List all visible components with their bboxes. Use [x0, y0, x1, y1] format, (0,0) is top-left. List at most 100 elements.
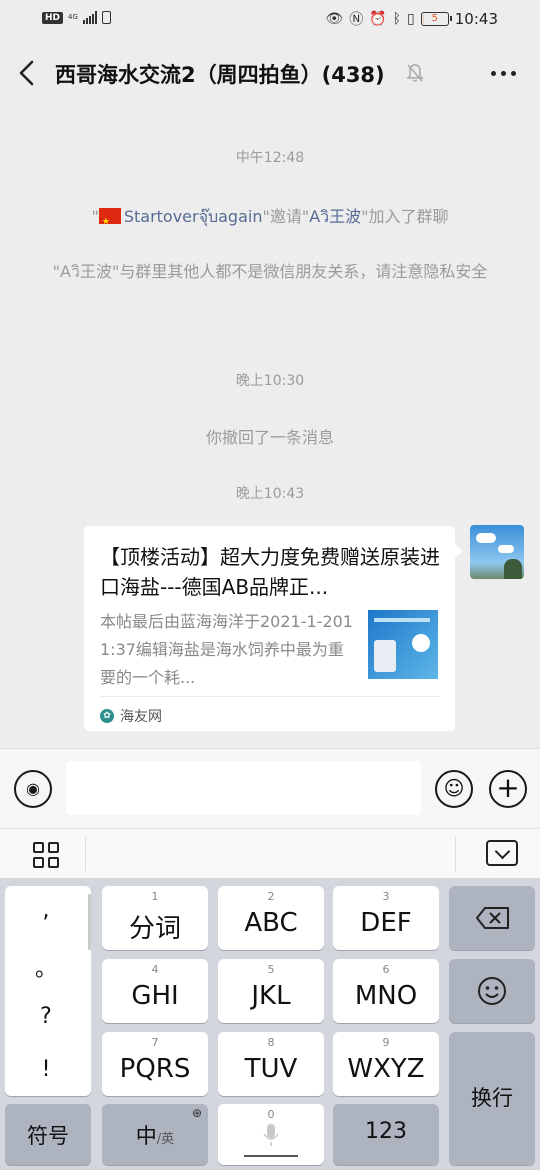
- lang-sub: /英: [156, 1132, 175, 1147]
- card-title: 【顶楼活动】超大力度免费赠送原装进口海盐---德国AB品牌正...: [100, 545, 440, 599]
- punct-question[interactable]: ?: [5, 1004, 87, 1029]
- key-6[interactable]: 6 MNO: [333, 959, 439, 1023]
- key-label: GHI: [131, 981, 179, 1011]
- invitee-name[interactable]: Aวิ王波: [309, 207, 361, 226]
- invite-notice: " Startoverจุ๊บagain"邀请"Aวิ王波"加入了群聊: [40, 201, 500, 238]
- smiley-icon: [478, 977, 506, 1005]
- china-flag-icon: [98, 206, 121, 238]
- scroll-indicator: [88, 894, 91, 950]
- emoji-key[interactable]: [449, 959, 535, 1023]
- space-key[interactable]: 0: [218, 1104, 324, 1165]
- status-right: 👁 Ⓝ ⏰ ᛒ ▯ 5 10:43: [325, 9, 498, 29]
- my-avatar[interactable]: [470, 525, 524, 579]
- card-description: 本帖最后由蓝海海洋于2021-1-2011:37编辑海盐是海水饲养中最为重要的一…: [100, 612, 353, 687]
- key-2[interactable]: 2 ABC: [218, 886, 324, 950]
- key-number: 9: [382, 1036, 390, 1049]
- clock: 10:43: [454, 10, 498, 28]
- key-3[interactable]: 3 DEF: [333, 886, 439, 950]
- inviter-name[interactable]: Startoverจุ๊บagain: [124, 207, 263, 226]
- punct-exclaim[interactable]: !: [5, 1057, 87, 1082]
- key-7[interactable]: 7 PQRS: [102, 1032, 208, 1096]
- microphone-icon: [263, 1124, 279, 1146]
- vibrate-icon: ▯: [407, 11, 415, 27]
- globe-icon: ⊕: [191, 1106, 202, 1120]
- chat-header: 西哥海水交流2（周四拍鱼）(438): [0, 40, 540, 106]
- key-5[interactable]: 5 JKL: [218, 959, 324, 1023]
- card-divider: [100, 696, 440, 697]
- timestamp: 晚上10:30: [235, 373, 305, 389]
- key-number: 4: [151, 963, 159, 976]
- invite-tail: "加入了群聊: [361, 207, 449, 226]
- key-label: WXYZ: [347, 1054, 425, 1084]
- key-1[interactable]: 1 分词: [102, 886, 208, 950]
- key-9[interactable]: 9 WXYZ: [333, 1032, 439, 1096]
- keyboard-menu-grid-icon[interactable]: [33, 842, 59, 868]
- key-label: ABC: [244, 908, 298, 938]
- privacy-notice: "Aวิ王波"与群里其他人都不是微信朋友关系，请注意隐私安全: [52, 262, 488, 281]
- input-bar: ◉ ☺ +: [0, 748, 540, 828]
- key-number: 3: [382, 890, 390, 903]
- hide-keyboard-icon[interactable]: [486, 840, 518, 866]
- key-label: JKL: [251, 981, 291, 1011]
- key-number: 8: [267, 1036, 275, 1049]
- hd-badge: HD: [42, 11, 64, 24]
- chat-area[interactable]: 中午12:48 " Startoverจุ๊บagain"邀请"Aวิ王波"加入了…: [0, 106, 540, 748]
- invite-text: "邀请": [262, 207, 310, 226]
- nfc-icon: Ⓝ: [349, 12, 364, 28]
- link-card-message[interactable]: 【顶楼活动】超大力度免费赠送原装进口海盐---德国AB品牌正... 本帖最后由蓝…: [84, 526, 463, 731]
- key-number: 5: [267, 963, 275, 976]
- key-number: 6: [382, 963, 390, 976]
- emoji-icon[interactable]: ☺: [435, 770, 473, 808]
- language-switch-key[interactable]: ⊕ 中/英: [102, 1104, 208, 1165]
- key-8[interactable]: 8 TUV: [218, 1032, 324, 1096]
- backspace-key[interactable]: [449, 886, 535, 950]
- quote-mark: ": [91, 207, 99, 226]
- sim-icon: [101, 11, 111, 24]
- space-bar-line: [244, 1155, 298, 1157]
- back-arrow-icon[interactable]: [14, 58, 40, 88]
- backspace-icon: [476, 907, 509, 929]
- source-logo-icon: ✿: [100, 709, 114, 723]
- key-number: 7: [151, 1036, 159, 1049]
- more-options-icon[interactable]: [491, 71, 516, 76]
- status-left: HD 4G: [42, 11, 111, 24]
- key-label: 分词: [128, 914, 181, 944]
- keyboard-toolbar: [0, 828, 540, 878]
- voice-input-icon[interactable]: ◉: [14, 770, 52, 808]
- signal-icon: [82, 11, 97, 24]
- punct-period[interactable]: 。: [5, 951, 87, 983]
- divider: [455, 837, 456, 871]
- enter-label: 换行: [471, 1086, 513, 1110]
- numbers-key[interactable]: 123: [333, 1104, 439, 1165]
- battery-level: 5: [431, 13, 438, 24]
- key-label: PQRS: [119, 1054, 191, 1084]
- chat-title: 西哥海水交流2（周四拍鱼）(438): [55, 63, 385, 87]
- key-4[interactable]: 4 GHI: [102, 959, 208, 1023]
- mute-bell-icon: [406, 64, 424, 82]
- message-input[interactable]: [66, 761, 421, 815]
- symbols-key[interactable]: 符号: [5, 1104, 91, 1165]
- key-label: DEF: [360, 908, 412, 938]
- keyboard: , 。 ? ! 1 分词 2 ABC 3 DEF 4 GHI 5 JKL 6 MNO 7 PQ…: [0, 878, 540, 1170]
- key-label: TUV: [244, 1054, 298, 1084]
- key-label: MNO: [354, 981, 418, 1011]
- divider: [85, 837, 86, 871]
- network-type: 4G: [68, 13, 78, 21]
- timestamp: 中午12:48: [235, 150, 305, 166]
- status-bar: HD 4G 👁 Ⓝ ⏰ ᛒ ▯ 5 10:43: [0, 0, 540, 40]
- key-number: 2: [267, 890, 275, 903]
- plus-icon[interactable]: +: [489, 770, 527, 808]
- enter-key[interactable]: 换行: [449, 1032, 535, 1165]
- punct-comma[interactable]: ,: [5, 898, 87, 923]
- numbers-label: 123: [365, 1119, 407, 1144]
- bluetooth-icon: ᛒ: [392, 11, 402, 27]
- battery-icon: 5: [420, 12, 452, 26]
- punctuation-column[interactable]: , 。 ? !: [5, 886, 91, 1096]
- source-name: 海友网: [120, 709, 162, 725]
- alarm-icon: ⏰: [369, 11, 387, 27]
- eye-icon: 👁: [325, 11, 344, 27]
- lang-main: 中: [135, 1124, 157, 1148]
- key-number: 1: [151, 890, 159, 903]
- key-number: 0: [267, 1108, 275, 1121]
- timestamp: 晚上10:43: [235, 486, 305, 502]
